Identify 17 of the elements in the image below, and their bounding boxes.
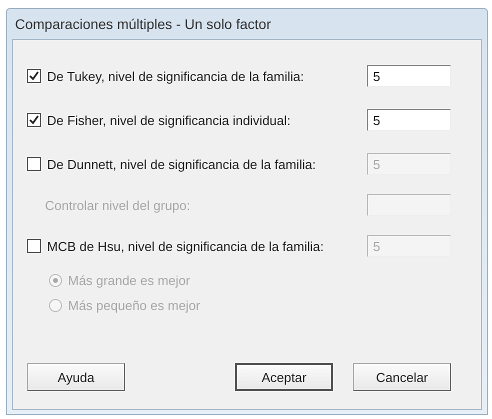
radio-label: Más pequeño es mejor bbox=[68, 298, 200, 313]
option-label: MCB de Hsu, nivel de significancia de la familia: bbox=[47, 238, 324, 254]
field-label: Controlar nivel del grupo: bbox=[45, 198, 190, 212]
option-label: De Fisher, nivel de significancia individual: bbox=[47, 112, 291, 128]
option-label: De Tukey, nivel de significancia de la familia: bbox=[47, 68, 304, 84]
window-title: Comparaciones múltiples - Un solo factor bbox=[14, 15, 272, 34]
dialog-button[interactable]: Ayuda bbox=[27, 363, 125, 391]
checkbox[interactable] bbox=[27, 69, 41, 83]
input-field[interactable]: 5 bbox=[367, 65, 451, 87]
checkbox[interactable] bbox=[27, 157, 41, 171]
radio-label: Más grande es mejor bbox=[68, 273, 190, 288]
checkbox[interactable] bbox=[27, 239, 41, 253]
dialog-button[interactable]: Aceptar bbox=[235, 363, 333, 391]
checkbox[interactable] bbox=[27, 113, 41, 127]
option-label: De Dunnett, nivel de significancia de la familia: bbox=[47, 156, 316, 172]
dialog-button[interactable]: Cancelar bbox=[353, 363, 451, 391]
input-field[interactable]: 5 bbox=[367, 109, 451, 131]
